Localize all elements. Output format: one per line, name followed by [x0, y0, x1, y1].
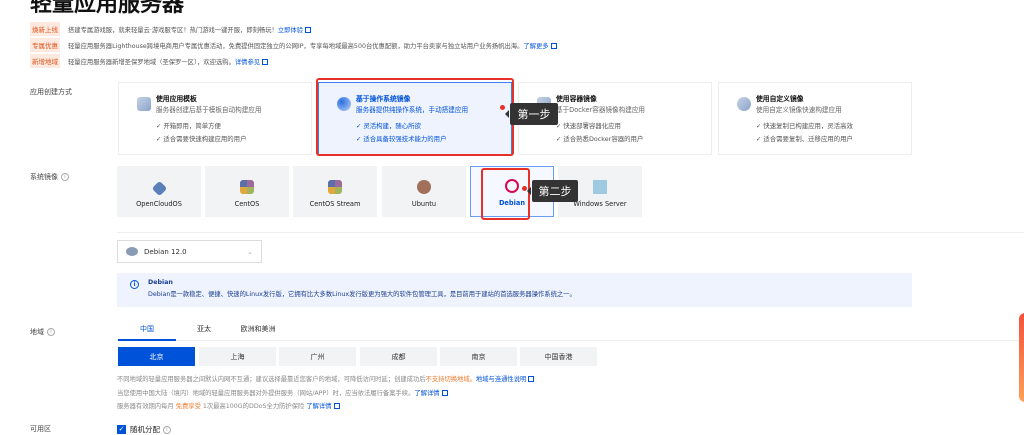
notice-badge: 专属优惠: [30, 38, 60, 52]
learn-more-link[interactable]: 了解详情: [414, 390, 439, 397]
os-info-box: i Debian Debian是一款稳定、便捷、快速的Linux发行版，它拥有比…: [117, 273, 912, 307]
divider: [117, 232, 1024, 233]
highlight-box-step2: [481, 168, 530, 220]
random-zone-checkbox[interactable]: ✓ 随机分配 i: [117, 424, 171, 435]
card-bullet: ✓ 快速部署容器化应用: [556, 122, 621, 130]
os-centos[interactable]: CentOS: [205, 166, 289, 217]
zone-label: 可用区: [30, 425, 51, 433]
notice-badge: 焕新上线: [30, 22, 60, 36]
card-subtitle: 基于Docker容器镜像构建应用: [556, 106, 646, 114]
card-app-template[interactable]: 使用应用模板服务器创建后基于模板自动构建应用 ✓ 开箱即用，简单方便 ✓ 适合需要快…: [118, 82, 312, 155]
city-hongkong[interactable]: 中国香港: [520, 347, 597, 366]
tab-divider: [117, 340, 1024, 341]
region-connectivity-link[interactable]: 地域与连通性说明: [476, 376, 526, 383]
external-link-icon: [441, 390, 448, 396]
external-link-icon: [528, 376, 535, 382]
external-link-icon: [333, 403, 340, 409]
filing-note: 当您使用中国大陆（境内）地域的轻量应用服务器对外提供服务（网站/APP）时，应当…: [117, 388, 448, 397]
selected-version: Debian 12.0: [144, 247, 187, 256]
notice-link[interactable]: 详情参见: [235, 59, 260, 66]
external-link-icon: [262, 58, 269, 65]
card-bullet: ✓ 适合需要快速构建应用的用户: [156, 135, 247, 143]
os-centos-stream[interactable]: CentOS Stream: [293, 166, 377, 217]
notice-text: 搭建专属游戏服，就来轻量云·游戏服专区！热门游戏一键开服，即刻畅玩！: [68, 26, 278, 34]
notice-link[interactable]: 了解更多: [523, 43, 548, 50]
tab-europe-americas[interactable]: 欧洲和美洲: [228, 324, 288, 334]
notice-row: 新增地域 轻量应用服务器新增圣保罗地域（圣保罗一区），欢迎选购。详情参见: [30, 54, 269, 68]
windows-icon: [593, 180, 607, 194]
card-title: 使用自定义镜像: [756, 95, 804, 103]
info-title: Debian: [148, 279, 173, 286]
card-bullet: ✓ 开箱即用，简单方便: [156, 122, 221, 130]
os-ubuntu[interactable]: Ubuntu: [382, 166, 466, 217]
tab-china[interactable]: 中国: [118, 324, 176, 341]
region-label: 地域 i: [30, 327, 55, 337]
card-bullet: ✓ 适合需要复制、迁移应用的用户: [756, 135, 853, 143]
creation-label: 应用创建方式: [30, 88, 72, 96]
os-opencloudos[interactable]: OpenCloudOS: [117, 166, 201, 217]
external-link-icon: [550, 42, 557, 49]
region-note: 不同地域的轻量应用服务器之间默认内网不互通；建议选择最靠近您客户的地域，可降低访…: [117, 374, 535, 383]
step2-tooltip: 第二步: [527, 180, 578, 202]
info-text: Debian是一款稳定、便捷、快速的Linux发行版，它拥有比大多数Linux发…: [148, 291, 576, 298]
os-version-select[interactable]: Debian 12.0 ⌄: [117, 240, 262, 263]
card-subtitle: 使用自定义镜像快速构建应用: [756, 106, 842, 114]
info-icon: i: [130, 280, 139, 289]
ubuntu-icon: [417, 180, 431, 194]
city-beijing[interactable]: 北京: [118, 347, 195, 366]
city-nanjing[interactable]: 南京: [440, 347, 517, 366]
notice-link[interactable]: 立即体验: [278, 27, 303, 34]
ddos-note: 服务器有效期内每月 免费享受 1次最高100G的DDoS全力防护保险 了解详情: [117, 401, 340, 410]
notice-row: 焕新上线 搭建专属游戏服，就来轻量云·游戏服专区！热门游戏一键开服，即刻畅玩！立即…: [30, 22, 311, 36]
city-chengdu[interactable]: 成都: [360, 347, 437, 366]
floating-side-widget[interactable]: [1019, 313, 1024, 402]
notice-text: 轻量应用服务器Lighthouse跨境电商用户专属优惠活动，免费提供固定独立的公…: [68, 42, 524, 50]
card-bullet: ✓ 快速复制已构建应用，灵活高效: [756, 122, 853, 130]
debian-version-icon: [126, 247, 138, 256]
highlight-box-step1: [316, 78, 514, 156]
step1-tooltip: 第一步: [505, 103, 558, 125]
notice-badge: 新增地域: [30, 54, 60, 68]
info-icon[interactable]: i: [163, 425, 171, 434]
external-link-icon: [305, 26, 311, 33]
card-custom-image[interactable]: 使用自定义镜像使用自定义镜像快速构建应用 ✓ 快速复制已构建应用，灵活高效 ✓ 适合…: [718, 82, 912, 155]
checkbox-checked-icon: ✓: [117, 425, 126, 434]
chevron-down-icon: ⌄: [247, 247, 253, 256]
card-title: 使用应用模板: [156, 95, 197, 103]
card-bullet: ✓ 适合熟悉Docker容器的用户: [556, 135, 644, 143]
learn-more-link[interactable]: 了解详情: [306, 403, 331, 410]
opencloudos-icon: [151, 180, 167, 197]
info-icon[interactable]: i: [47, 328, 55, 336]
image-label: 系统镜像 i: [30, 172, 69, 182]
card-title: 使用容器镜像: [556, 95, 597, 103]
centos-stream-icon: [328, 180, 342, 194]
template-icon: [137, 97, 151, 111]
info-icon[interactable]: i: [61, 173, 69, 181]
city-shanghai[interactable]: 上海: [199, 347, 276, 366]
tab-asia-pacific[interactable]: 亚太: [184, 324, 224, 334]
centos-icon: [240, 180, 254, 194]
notice-row: 专属优惠 轻量应用服务器Lighthouse跨境电商用户专属优惠活动，免费提供固定…: [30, 38, 557, 52]
card-subtitle: 服务器创建后基于模板自动构建应用: [156, 106, 262, 114]
custom-image-icon: [737, 97, 751, 111]
page-title: 轻量应用服务器: [30, 0, 185, 17]
city-guangzhou[interactable]: 广州: [279, 347, 356, 366]
notice-text: 轻量应用服务器新增圣保罗地域（圣保罗一区），欢迎选购。: [68, 58, 235, 66]
